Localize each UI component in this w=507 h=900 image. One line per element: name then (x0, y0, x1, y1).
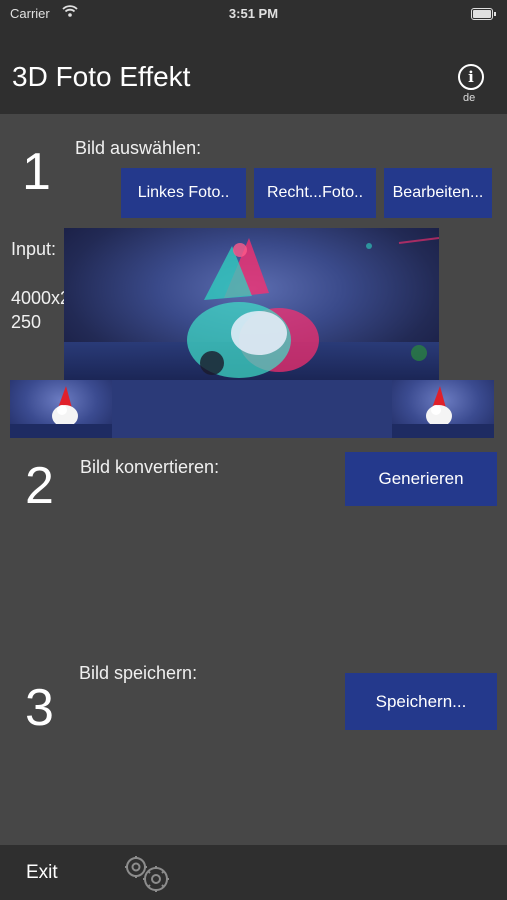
gears-icon[interactable] (122, 853, 174, 898)
edit-button[interactable]: Bearbeiten... (384, 168, 492, 218)
navigation-bar: 3D Foto Effekt i de (0, 28, 507, 114)
step-3-label: Bild speichern: (79, 663, 198, 683)
resolution-line-2: 250 (11, 312, 42, 332)
info-icon[interactable]: i (458, 64, 484, 90)
left-photo-thumbnail[interactable] (10, 380, 112, 438)
edit-button-label: Bearbeiten... (392, 184, 484, 201)
clock: 3:51 PM (228, 6, 279, 21)
left-photo-button[interactable]: Linkes Foto.. (121, 168, 246, 218)
resolution-line-1: 4000x2 (11, 288, 71, 308)
right-photo-button[interactable]: Recht...Foto.. (254, 168, 376, 218)
generate-button[interactable]: Generieren (345, 452, 497, 506)
step-2-number: 2 (25, 457, 54, 515)
save-button-label: Speichern... (375, 692, 467, 711)
step-1-label: Bild auswählen: (75, 138, 202, 158)
left-photo-button-label: Linkes Foto.. (137, 184, 230, 201)
bottom-toolbar: Exit (0, 845, 507, 900)
generate-button-label: Generieren (378, 469, 464, 488)
save-button[interactable]: Speichern... (345, 673, 497, 730)
step-3-number: 3 (25, 679, 54, 737)
step-1-number: 1 (22, 143, 51, 201)
right-photo-button-label: Recht...Foto.. (266, 184, 364, 201)
right-photo-thumbnail[interactable] (392, 380, 494, 438)
language-label: de (463, 92, 476, 104)
preview-figure (187, 237, 439, 378)
step-2-label: Bild konvertieren: (80, 457, 220, 477)
status-bar: Carrier 3:51 PM (0, 0, 507, 28)
battery-icon (471, 8, 496, 20)
anaglyph-preview-image (64, 228, 439, 380)
page-title: 3D Foto Effekt (12, 61, 191, 92)
input-label: Input: (11, 239, 57, 259)
exit-button[interactable]: Exit (26, 862, 58, 884)
